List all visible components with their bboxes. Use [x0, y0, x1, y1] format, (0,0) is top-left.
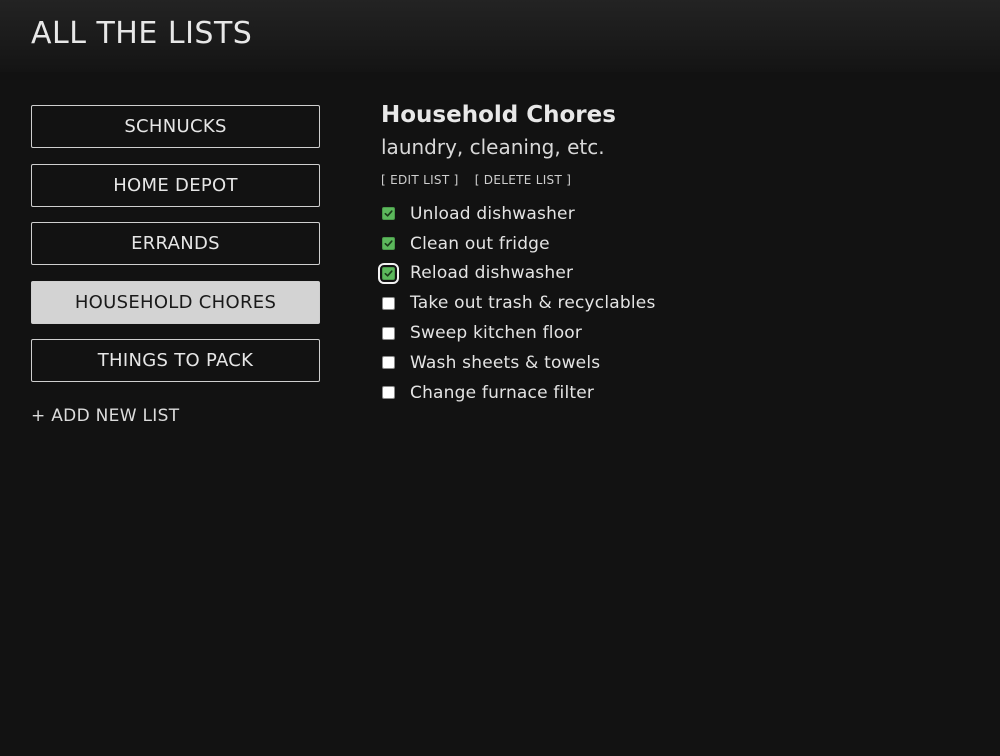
list-item: Unload dishwasher	[381, 199, 981, 229]
checkmark-icon	[384, 240, 393, 247]
list-item: Sweep kitchen floor	[381, 318, 981, 348]
sidebar-list-schnucks[interactable]: SCHNUCKS	[31, 105, 320, 148]
sidebar-list-home-depot[interactable]: HOME DEPOT	[31, 163, 320, 207]
list-item: Take out trash & recyclables	[381, 288, 981, 318]
item-checkbox[interactable]	[382, 296, 395, 310]
app-header: ALL THE LISTS	[0, 0, 1000, 72]
item-label: Take out trash & recyclables	[410, 293, 656, 314]
todo-items: Unload dishwasher Clean out fridge Reloa…	[378, 199, 981, 408]
item-checkbox[interactable]	[382, 356, 395, 370]
list-item: Clean out fridge	[381, 229, 981, 259]
item-label: Change furnace filter	[410, 382, 595, 403]
item-label: Sweep kitchen floor	[410, 323, 583, 344]
edit-list-link[interactable]: [ EDIT LIST ]	[381, 173, 459, 187]
list-description: laundry, cleaning, etc.	[381, 135, 605, 159]
item-label: Unload dishwasher	[410, 203, 575, 224]
item-label: Clean out fridge	[410, 233, 550, 254]
sidebar: SCHNUCKS HOME DEPOT ERRANDS HOUSEHOLD CH…	[31, 105, 320, 426]
list-title: Household Chores	[381, 102, 616, 128]
app-title: ALL THE LISTS	[31, 16, 253, 51]
list-item: Reload dishwasher	[378, 259, 981, 289]
sidebar-list-errands[interactable]: ERRANDS	[31, 222, 320, 265]
list-item: Wash sheets & towels	[381, 348, 981, 378]
list-actions: [ EDIT LIST ] [ DELETE LIST ]	[381, 173, 981, 187]
item-checkbox[interactable]	[382, 237, 395, 251]
item-checkbox[interactable]	[382, 386, 395, 400]
checkmark-icon	[384, 270, 393, 277]
delete-list-link[interactable]: [ DELETE LIST ]	[475, 173, 571, 187]
sidebar-list-things-to-pack[interactable]: THINGS TO PACK	[31, 339, 320, 382]
item-label: Wash sheets & towels	[410, 352, 601, 373]
item-checkbox[interactable]	[378, 262, 399, 284]
item-label: Reload dishwasher	[410, 263, 574, 284]
add-new-list-link[interactable]: + ADD NEW LIST	[31, 406, 320, 426]
item-checkbox[interactable]	[382, 326, 395, 340]
checkmark-icon	[384, 210, 393, 218]
list-detail: Household Chores laundry, cleaning, etc.…	[378, 100, 981, 408]
list-item: Change furnace filter	[381, 378, 981, 408]
item-checkbox[interactable]	[382, 207, 395, 221]
sidebar-list-household-chores[interactable]: HOUSEHOLD CHORES	[31, 280, 320, 324]
